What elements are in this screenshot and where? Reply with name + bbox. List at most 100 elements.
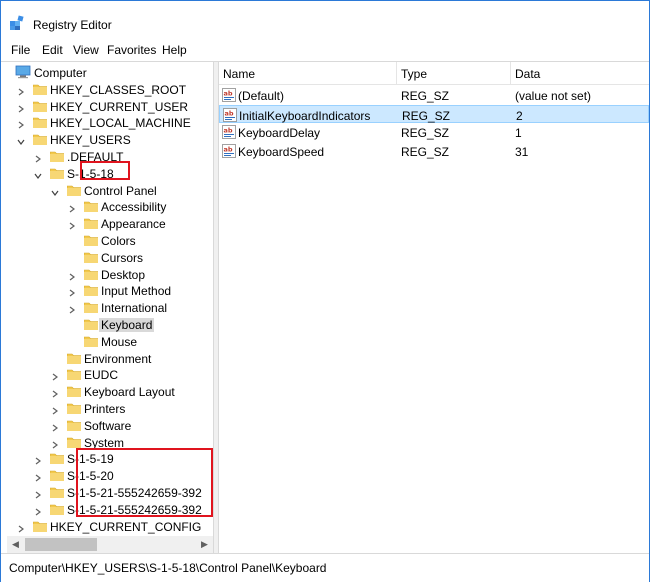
chevron-down-icon[interactable] [17,135,25,146]
chevron-right-icon[interactable] [17,118,25,129]
tree-node-label: HKEY_CURRENT_USER [50,99,189,114]
tree-horizontal-scrollbar[interactable]: ◀ ▶ [7,536,213,553]
chevron-right-icon[interactable] [51,421,59,432]
tree-node[interactable]: Mouse [7,333,213,350]
value-row[interactable]: ab (Default) REG_SZ (value not set) [219,86,649,104]
value-row[interactable]: ab KeyboardSpeed REG_SZ 31 [219,142,649,160]
status-bar: Computer\HKEY_USERS\S-1-5-18\Control Pan… [1,553,649,582]
computer-icon [15,65,31,79]
tree-node[interactable]: Colors [7,232,213,249]
tree-node[interactable]: Appearance [7,215,213,232]
title-bar[interactable]: Registry Editor [1,1,649,41]
folder-icon [83,318,99,331]
tree-node-label: Appearance [101,217,166,232]
folder-icon [83,200,99,213]
tree-node[interactable]: Environment [7,350,213,367]
tree-node[interactable]: Printers [7,400,213,417]
tree-node[interactable]: HKEY_USERS [7,131,213,148]
menu-favorites[interactable]: Favorites [107,43,156,57]
folder-icon [49,503,65,516]
folder-icon [49,150,65,163]
column-header-type[interactable]: Type [401,67,427,81]
window-title: Registry Editor [33,18,112,32]
tree-node-label: Cursors [101,250,144,265]
chevron-right-icon[interactable] [68,270,76,281]
registry-app-icon [10,15,24,30]
chevron-down-icon[interactable] [34,169,42,179]
chevron-right-icon[interactable] [68,286,76,297]
menu-bar: File Edit View Favorites Help [1,41,649,61]
chevron-right-icon[interactable] [68,219,76,230]
tree-node[interactable]: HKEY_CURRENT_USER [7,98,213,115]
value-row[interactable]: ab KeyboardDelay REG_SZ 1 [219,123,649,141]
highlight-box-user-sids [76,448,213,517]
chevron-right-icon[interactable] [51,370,59,381]
menu-file[interactable]: File [11,43,30,57]
chevron-down-icon[interactable] [51,186,59,196]
chevron-right-icon[interactable] [51,387,59,398]
tree-node-label: Control Panel [84,183,157,198]
tree-node[interactable]: Cursors [7,249,213,266]
tree-node-label: Input Method [101,284,172,299]
chevron-right-icon[interactable] [34,505,42,516]
tree-node[interactable]: HKEY_CLASSES_ROOT [7,81,213,98]
chevron-right-icon[interactable] [34,471,42,482]
tree-node-label: Environment [84,351,152,366]
menu-edit[interactable]: Edit [42,43,63,57]
scroll-thumb[interactable] [25,538,97,551]
tree-node-label: EUDC [84,368,119,383]
chevron-right-icon[interactable] [34,488,42,499]
chevron-right-icon[interactable] [34,152,42,163]
tree-node-label: HKEY_USERS [50,133,131,148]
chevron-right-icon[interactable] [68,202,76,213]
chevron-right-icon[interactable] [51,438,59,449]
menu-help[interactable]: Help [162,43,187,57]
folder-icon [66,402,82,415]
scroll-left-arrow-icon[interactable]: ◀ [10,539,21,550]
values-list[interactable]: Name Type Data ab (Default) REG_SZ (value n… [219,62,649,554]
string-value-icon: ab [223,107,237,122]
tree-node[interactable]: HKEY_CURRENT_CONFIG [7,518,213,535]
tree-node[interactable]: Keyboard Layout [7,383,213,400]
svg-text:ab: ab [224,145,233,153]
folder-icon [83,234,99,247]
value-type: REG_SZ [402,108,451,123]
tree-node[interactable]: EUDC [7,366,213,383]
tree-node[interactable]: Control Panel [7,182,213,199]
folder-icon [32,100,48,112]
tree-node[interactable]: Software [7,417,213,434]
chevron-right-icon[interactable] [34,454,42,465]
chevron-right-icon[interactable] [68,303,76,314]
folder-icon [66,184,82,196]
folder-icon [49,167,65,180]
string-value-icon: ab [222,125,236,139]
scroll-right-arrow-icon[interactable]: ▶ [199,539,210,550]
chevron-right-icon[interactable] [17,102,25,113]
svg-text:ab: ab [225,109,234,117]
tree-node[interactable]: Accessibility [7,198,213,215]
tree-node[interactable]: HKEY_LOCAL_MACHINE [7,114,213,131]
tree-node[interactable]: Keyboard [7,316,213,333]
chevron-right-icon[interactable] [17,522,25,533]
tree-node-label: Colors [101,234,136,248]
chevron-right-icon[interactable] [51,404,59,415]
menu-view[interactable]: View [73,43,99,57]
column-header-data[interactable]: Data [515,67,540,81]
value-type: REG_SZ [401,89,450,103]
folder-icon [66,352,82,364]
column-divider[interactable] [396,62,397,84]
column-header-name[interactable]: Name [223,67,255,81]
tree-node[interactable]: Input Method [7,282,213,299]
chevron-right-icon[interactable] [17,85,25,96]
value-row[interactable]: ab InitialKeyboardIndicators REG_SZ 2 [219,104,649,123]
column-divider[interactable] [510,62,511,84]
folder-icon [83,301,99,314]
folder-icon [83,217,99,230]
tree-node[interactable]: Desktop [7,266,213,283]
value-name: KeyboardDelay [238,126,321,140]
folder-icon [49,469,65,482]
tree-node[interactable]: International [7,299,213,316]
tree-node[interactable]: Computer [7,64,213,81]
svg-text:ab: ab [224,90,233,98]
status-path: Computer\HKEY_USERS\S-1-5-18\Control Pan… [9,561,327,575]
